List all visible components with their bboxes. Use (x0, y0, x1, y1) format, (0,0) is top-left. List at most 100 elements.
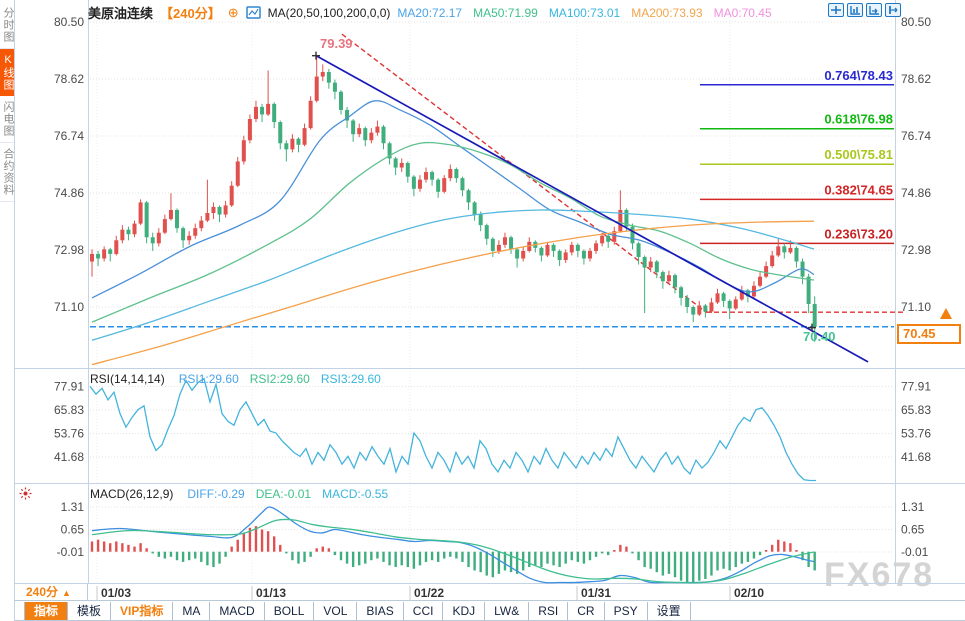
rsi-line (90, 379, 816, 481)
fib-label: 0.236\73.20 (824, 226, 893, 241)
price-tick-right: 71.10 (901, 300, 931, 314)
rsi-tick-right: 53.76 (901, 426, 931, 440)
toolbar-item[interactable]: PSY (605, 602, 648, 620)
scale-time-axis-icon[interactable] (866, 3, 882, 17)
toolbar-item[interactable]: CR (568, 602, 604, 620)
period-label: 240分 (26, 585, 58, 599)
rsi-tick-right: 41.68 (901, 450, 931, 464)
macd-values: DIFF:-0.29 DEA:-0.01 MACD:-0.55 (187, 487, 388, 501)
price-tick-left: 80.50 (54, 15, 84, 29)
red-dashed-trendline[interactable] (342, 34, 706, 312)
ma-line-ma20 (92, 101, 814, 298)
sidebar-tab[interactable]: 闪电图 (0, 96, 14, 143)
macd-tick-right: 1.31 (901, 500, 925, 514)
link-icon[interactable]: ⊕ (228, 5, 239, 21)
fibonacci-levels[interactable] (700, 85, 894, 244)
toolbar-item[interactable]: 模板 (68, 602, 111, 620)
chart-type-icon[interactable] (246, 6, 261, 19)
rsi-value: RSI1:29.60 (179, 372, 239, 386)
rsi-title: RSI(14,14,14) (90, 372, 165, 386)
price-tick-right: 78.62 (901, 72, 931, 86)
toolbar-item[interactable]: 设置 (648, 602, 691, 620)
ma-value: MA20:72.17 (397, 6, 462, 20)
sidebar-tab[interactable]: K线图 (0, 49, 14, 96)
macd-histogram (92, 526, 815, 582)
ma-indicator-label: MA(20,50,100,200,0,0) (268, 6, 391, 20)
peak-price-label: 79.39 (320, 36, 353, 51)
window-controls (828, 3, 901, 17)
fib-label: 0.500\75.81 (824, 147, 893, 162)
macd-panel-header: MACD(26,12,9) DIFF:-0.29 DEA:-0.01 MACD:-0… (90, 487, 388, 501)
sidebar-tab[interactable]: 分时图 (0, 2, 14, 49)
sidebar: 分时图K线图闪电图合约资料 (0, 0, 15, 621)
rsi-value: RSI3:29.60 (321, 372, 381, 386)
rsi-tick-right: 77.91 (901, 379, 931, 393)
macd-dif-line (92, 507, 814, 583)
triangle-up-icon: ▲ (62, 588, 71, 598)
ma-value: MA100:73.01 (549, 6, 620, 20)
ma-line-ma100 (92, 210, 814, 340)
toolbar-item[interactable]: VIP指标 (111, 602, 173, 620)
toolbar-item[interactable]: KDJ (443, 602, 485, 620)
time-axis-row: 240分 ▲ (0, 584, 965, 601)
price-arrow-marker (940, 308, 952, 319)
macd-value: DIFF:-0.29 (187, 487, 244, 501)
price-tick-right: 80.50 (901, 15, 931, 29)
scale-price-axis-icon[interactable] (847, 3, 863, 17)
price-tick-left: 78.62 (54, 72, 84, 86)
ma-value: MA50:71.99 (473, 6, 538, 20)
macd-value: MACD:-0.55 (322, 487, 388, 501)
macd-tick-left: -0.01 (57, 545, 85, 559)
toolbar-item[interactable]: BOLL (265, 602, 315, 620)
ma-value: MA200:73.93 (631, 6, 702, 20)
fib-label: 0.764\78.43 (824, 68, 893, 83)
toolbar-item[interactable]: RSI (529, 602, 568, 620)
candles (90, 56, 817, 342)
macd-tick-left: 1.31 (61, 500, 85, 514)
price-tick-right: 72.98 (901, 243, 931, 257)
rsi-tick-left: 41.68 (54, 450, 84, 464)
rsi-value: RSI2:29.60 (250, 372, 310, 386)
macd-tick-right: 0.65 (901, 523, 925, 537)
toolbar-item[interactable]: 指标 (24, 602, 68, 620)
macd-tick-left: 0.65 (61, 523, 85, 537)
price-tick-right: 76.74 (901, 129, 931, 143)
macd-value: DEA:-0.01 (256, 487, 311, 501)
trading-app: 01/0301/1301/2201/3102/1080.5080.5078.62… (0, 0, 965, 621)
chart-canvas: 01/0301/1301/2201/3102/1080.5080.5078.62… (0, 0, 965, 621)
trendline-touch-price-label: 70.40 (803, 329, 836, 344)
ma-line-ma200 (92, 221, 814, 364)
ma-value: MA0:70.45 (714, 6, 772, 20)
rsi-tick-left: 65.83 (54, 403, 84, 417)
fib-label: 0.382\74.65 (824, 182, 893, 197)
trendline-handle[interactable] (312, 52, 320, 60)
ma-line-ma50 (92, 143, 814, 323)
ma-values: MA20:72.17 MA50:71.99 MA100:73.01 MA200:73.… (397, 6, 771, 20)
rsi-tick-left: 53.76 (54, 426, 84, 440)
toolbar-item[interactable]: MACD (210, 602, 264, 620)
indicator-settings-icon[interactable] (19, 487, 32, 505)
price-tick-right: 74.86 (901, 186, 931, 200)
rsi-panel-header: RSI(14,14,14) RSI1:29.60 RSI2:29.60 RSI3:2… (90, 372, 381, 386)
price-tick-left: 74.86 (54, 186, 84, 200)
price-tick-left: 72.98 (54, 243, 84, 257)
blue-trendline[interactable] (316, 56, 868, 362)
crosshair-icon[interactable] (828, 3, 844, 17)
rsi-tick-left: 77.91 (54, 379, 84, 393)
sidebar-tab[interactable]: 合约资料 (0, 143, 14, 202)
rsi-tick-right: 65.83 (901, 403, 931, 417)
price-tick-left: 71.10 (54, 300, 84, 314)
toolbar-item[interactable]: MA (173, 602, 210, 620)
macd-dea-line (92, 519, 814, 582)
toolbar-item[interactable]: VOL (314, 602, 357, 620)
fib-label: 0.618\76.98 (824, 112, 893, 127)
period-selector[interactable]: 【240分】 (160, 3, 221, 22)
macd-title: MACD(26,12,9) (90, 487, 173, 501)
toolbar-item[interactable]: LW& (485, 602, 529, 620)
toolbar-item[interactable]: CCI (404, 602, 444, 620)
toolbar-item[interactable]: BIAS (357, 602, 403, 620)
ma-lines (92, 101, 814, 365)
pane-expand-icon[interactable] (885, 3, 901, 17)
chart-header: 美原油连续 【240分】 ⊕ MA(20,50,100,200,0,0) MA2… (88, 3, 772, 22)
last-price-tag: 70.45 (897, 324, 961, 344)
